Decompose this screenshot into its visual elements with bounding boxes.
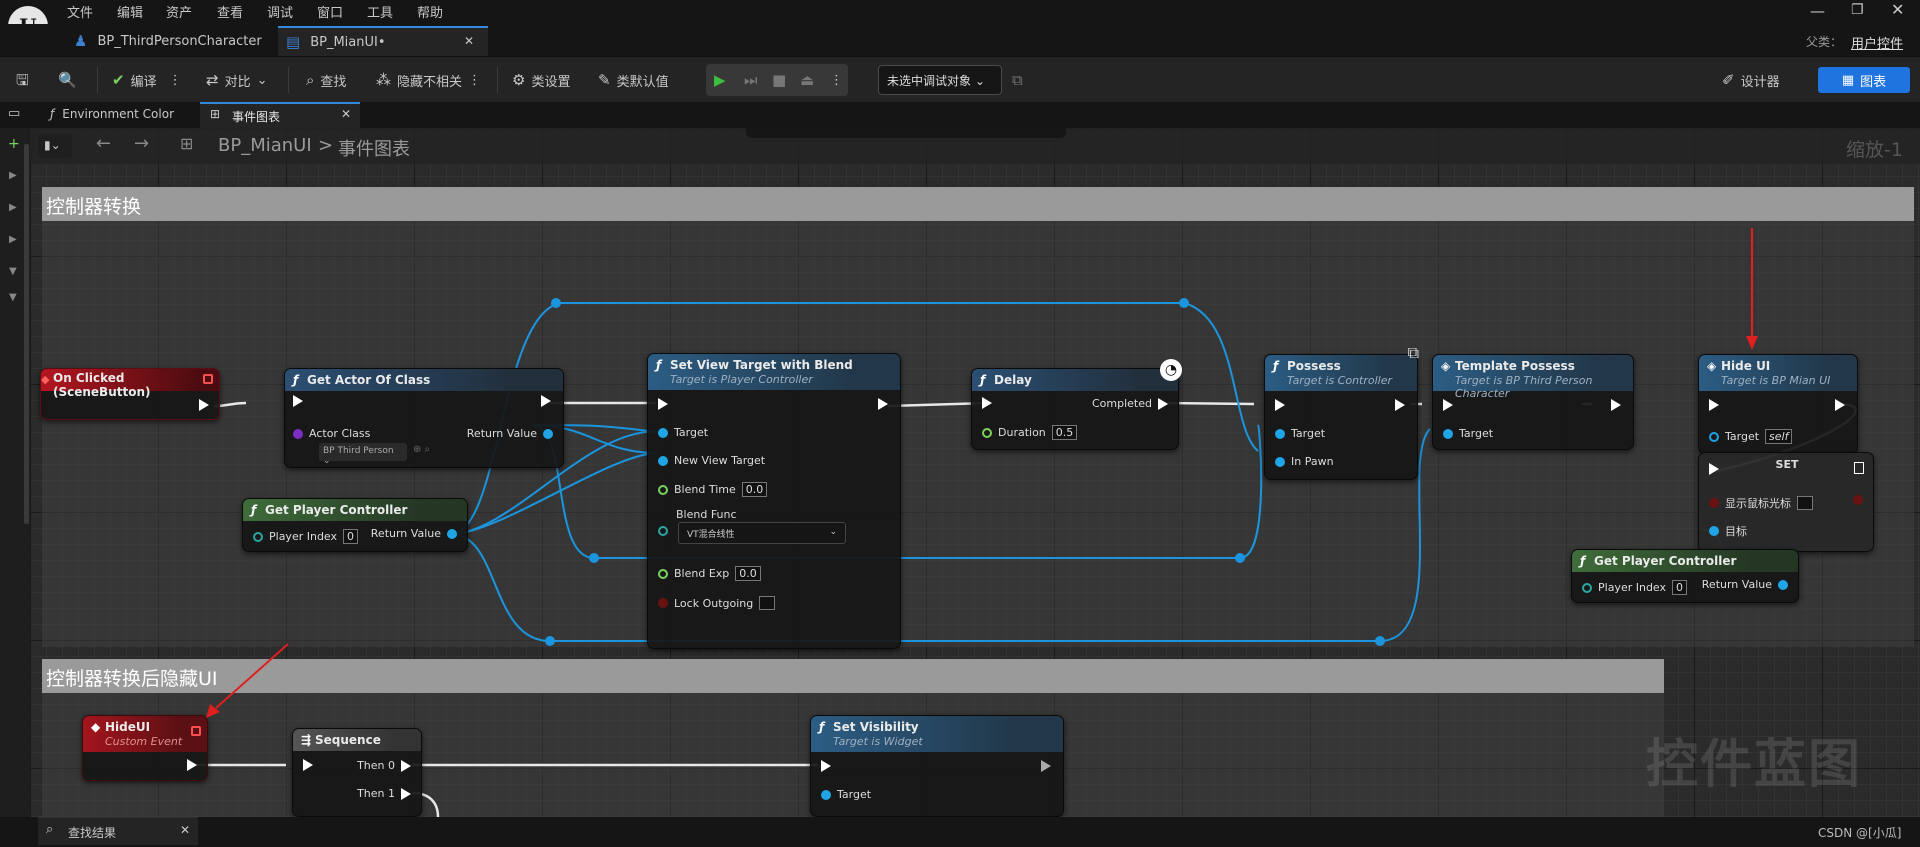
restore-icon[interactable]: ❐ <box>1851 2 1864 18</box>
class-defaults-button[interactable]: ✎ 类默认值 <box>598 57 669 103</box>
save-icon: 🖫 <box>16 70 29 89</box>
watermark: 控件蓝图 <box>1646 735 1863 795</box>
hide-unrelated-label: 隐藏不相关 <box>397 74 463 90</box>
find-button[interactable]: ⌕ 查找 <box>306 57 346 103</box>
menu-tools[interactable]: 工具 <box>367 2 393 21</box>
tab-label: BP_MianUI• <box>310 34 386 50</box>
graph-tab-bar: ▭ ƒ Environment Color ⊞ 事件图表 ✕ <box>0 102 1920 128</box>
menu-edit[interactable]: 编辑 <box>117 2 143 21</box>
play-icon: ▶ <box>714 70 726 89</box>
minimize-icon[interactable]: — <box>1810 2 1825 20</box>
event-graph-icon: ⊞ <box>210 107 221 121</box>
eject-button[interactable]: ⏏ <box>800 57 814 103</box>
expand-arrow-icon[interactable]: ▶ <box>9 202 17 213</box>
expand-arrow-icon[interactable]: ▶ <box>9 170 17 181</box>
find-icon: ⌕ <box>306 70 315 89</box>
browse-button[interactable]: 🔍 <box>58 57 77 103</box>
panel-menu-icon[interactable]: ▭ <box>8 106 20 121</box>
panel-tab-environment-color[interactable]: ƒ Environment Color <box>50 107 174 121</box>
menu-bar: U 文件 编辑 资产 查看 调试 窗口 工具 帮助 — ❐ ✕ <box>0 0 1920 46</box>
menu-window[interactable]: 窗口 <box>317 2 343 21</box>
close-window-icon[interactable]: ✕ <box>1891 0 1904 19</box>
save-button[interactable]: 🖫 <box>16 57 29 103</box>
tab-label: 查找结果 <box>68 826 117 840</box>
close-tab-icon[interactable]: ✕ <box>180 823 190 837</box>
play-options-button[interactable]: ⋮ <box>830 57 843 103</box>
diff-icon: ⇄ <box>206 70 219 89</box>
graph-mode-button[interactable]: ▦ 图表 <box>1818 67 1910 93</box>
character-icon: ♟ <box>74 31 88 50</box>
tab-bp-thirdpersoncharacter[interactable]: ♟ BP_ThirdPersonCharacter <box>66 26 276 56</box>
event-graph-canvas[interactable]: ▮⌄ ← → ⊞ BP_MianUI > 事件图表 缩放-1 控制器转换 控制器… <box>30 128 1920 817</box>
collapse-arrow-icon[interactable]: ▼ <box>9 266 17 277</box>
class-settings-button[interactable]: ⚙ 类设置 <box>512 57 570 103</box>
document-tab-bar: ♟ BP_ThirdPersonCharacter ▤ BP_MianUI• ✕… <box>0 24 1920 56</box>
eject-icon: ⏏ <box>800 70 815 89</box>
menu-help[interactable]: 帮助 <box>417 2 443 21</box>
gear-icon: ⚙ <box>512 70 526 89</box>
widget-blueprint-icon: ▤ <box>286 32 301 51</box>
compile-button[interactable]: ✔ 编译 ⋮ <box>112 57 182 103</box>
designer-label: 设计器 <box>1740 74 1780 90</box>
search-icon: ⌕ <box>46 822 54 837</box>
step-button[interactable]: ⏭ <box>744 57 758 103</box>
tab-label: BP_ThirdPersonCharacter <box>97 33 262 49</box>
parent-class-link[interactable]: 用户控件 <box>1851 33 1903 52</box>
menu-debug[interactable]: 调试 <box>267 2 293 21</box>
debug-object-select[interactable]: 未选中调试对象 ⌄ <box>878 65 1002 95</box>
collapse-arrow-icon[interactable]: ▼ <box>9 292 17 303</box>
step-icon: ⏭ <box>744 70 758 89</box>
class-settings-label: 类设置 <box>531 74 571 90</box>
browse-icon: 🔍 <box>58 70 77 89</box>
left-collapsed-panel: + ▶ ▶ ▶ ▼ ▼ <box>0 128 30 818</box>
pencil-icon: ✎ <box>598 70 611 89</box>
hide-unrelated-icon: ⁂ <box>376 70 391 89</box>
compile-label: 编译 <box>130 74 157 90</box>
menu-view[interactable]: 查看 <box>217 2 243 21</box>
filter-icon: ⧉ <box>1012 70 1023 89</box>
bottom-panel-bar: ⌕ 查找结果 ✕ CSDN @[小瓜] <box>0 817 1920 847</box>
diff-button[interactable]: ⇄ 对比 ⌄ <box>206 57 268 103</box>
tab-find-results[interactable]: ⌕ 查找结果 ✕ <box>38 817 198 845</box>
graph-label: 图表 <box>1860 74 1887 90</box>
stop-button[interactable]: ■ <box>772 57 786 103</box>
expand-arrow-icon[interactable]: ▶ <box>9 234 17 245</box>
designer-button[interactable]: ✐ 设计器 <box>1722 57 1780 103</box>
annotation-arrows <box>206 228 1758 718</box>
menu-assets[interactable]: 资产 <box>166 2 192 21</box>
parent-class-label: 父类： <box>1806 35 1843 49</box>
graph-icon: ▦ <box>1841 72 1855 88</box>
panel-tab-event-graph[interactable]: ⊞ 事件图表 ✕ <box>200 102 360 128</box>
credit-text: CSDN @[小瓜] <box>1818 826 1902 840</box>
tab-bp-mianui[interactable]: ▤ BP_MianUI• ✕ <box>278 26 488 56</box>
debug-object-label: 未选中调试对象 <box>887 74 972 88</box>
scrollbar[interactable] <box>24 144 29 524</box>
add-icon[interactable]: + <box>8 136 20 152</box>
debug-filter-button[interactable]: ⧉ <box>1012 57 1023 103</box>
compile-icon: ✔ <box>112 70 125 89</box>
close-tab-icon[interactable]: ✕ <box>464 34 474 48</box>
menu-file[interactable]: 文件 <box>67 2 93 21</box>
toolbar: 🖫 🔍 ✔ 编译 ⋮ ⇄ 对比 ⌄ ⌕ 查找 ⁂ 隐藏不相关 ⋮ ⚙ 类设置 ✎ 类默认值 ▶ ⏭… <box>0 56 1920 102</box>
class-defaults-label: 类默认值 <box>616 74 669 90</box>
stop-icon: ■ <box>772 70 787 89</box>
diff-label: 对比 <box>224 74 251 90</box>
find-label: 查找 <box>320 74 347 90</box>
hide-unrelated-button[interactable]: ⁂ 隐藏不相关 ⋮ <box>376 57 481 103</box>
close-tab-icon[interactable]: ✕ <box>341 107 351 121</box>
play-button[interactable]: ▶ <box>714 57 726 103</box>
designer-icon: ✐ <box>1722 70 1735 89</box>
